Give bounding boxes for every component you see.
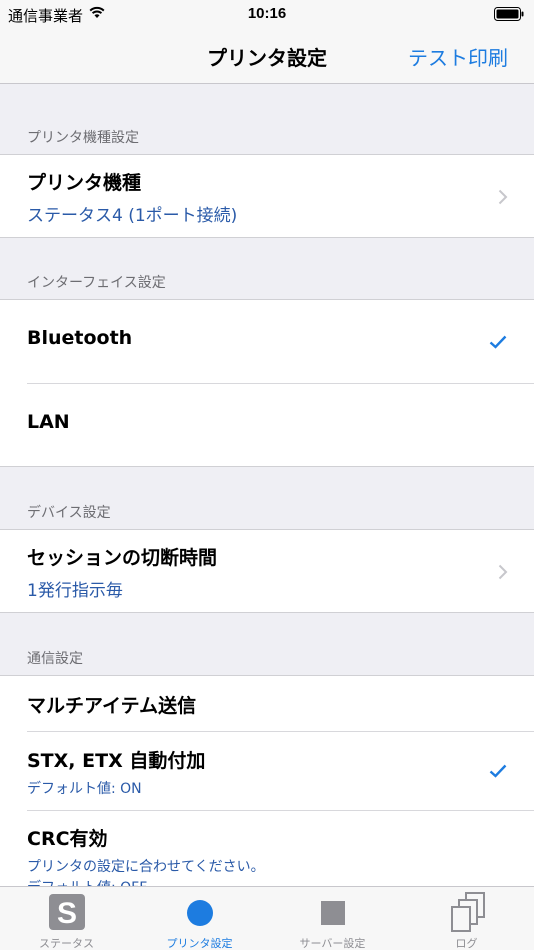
circle-icon (186, 900, 213, 926)
chevron-right-icon (498, 189, 508, 205)
navigation-bar: プリンタ設定 テスト印刷 (0, 28, 534, 84)
tab-label: サーバー設定 (299, 938, 366, 950)
tab-server-settings[interactable]: サーバー設定 (266, 887, 399, 950)
stx-etx-default: デフォルト値: ON (27, 781, 142, 797)
svg-text:S: S (56, 897, 76, 930)
chevron-right-icon (498, 564, 508, 580)
tab-label: プリンタ設定 (166, 938, 233, 950)
section-header-device: デバイス設定 (27, 505, 111, 521)
status-bar: 通信事業者 10:16 (0, 0, 534, 28)
pages-icon (450, 892, 485, 932)
section-header-printer-model: プリンタ機種設定 (27, 130, 139, 146)
interface-option-lan[interactable]: LAN (0, 384, 534, 467)
tab-log[interactable]: ログ (400, 887, 533, 950)
crc-cell[interactable]: CRC有効 プリンタの設定に合わせてください。 デフォルト値: OFF (0, 811, 534, 886)
printer-model-cell[interactable]: プリンタ機種 ステータス4 (1ポート接続) (0, 155, 534, 238)
tab-label: ログ (455, 938, 478, 950)
tab-printer-settings[interactable]: プリンタ設定 (133, 887, 266, 950)
clock: 10:16 (247, 5, 287, 22)
section-header-communication: 通信設定 (27, 651, 83, 667)
printer-model-value: ステータス4 (1ポート接続) (27, 206, 238, 226)
test-print-button[interactable]: テスト印刷 (408, 42, 508, 71)
checkmark-icon (489, 764, 507, 778)
interface-group: Bluetooth LAN (0, 299, 534, 467)
session-timeout-title: セッションの切断時間 (27, 547, 218, 569)
crc-title: CRC有効 (27, 828, 108, 850)
device-group: セッションの切断時間 1発行指示毎 (0, 529, 534, 613)
interface-option-label: LAN (27, 411, 70, 433)
tab-label: ステータス (39, 938, 94, 950)
tab-bar: S ステータス プリンタ設定 サーバー設定 ログ (0, 886, 534, 950)
session-timeout-value: 1発行指示毎 (27, 581, 123, 601)
multi-item-send-title: マルチアイテム送信 (27, 695, 197, 717)
interface-option-bluetooth[interactable]: Bluetooth (0, 300, 534, 383)
settings-list[interactable]: プリンタ機種設定 プリンタ機種 ステータス4 (1ポート接続) インターフェイス… (0, 84, 534, 886)
square-icon (320, 901, 345, 925)
stx-etx-cell[interactable]: STX, ETX 自動付加 デフォルト値: ON (0, 732, 534, 810)
stx-etx-title: STX, ETX 自動付加 (27, 750, 206, 772)
communication-group: マルチアイテム送信 STX, ETX 自動付加 デフォルト値: ON CRC有効… (0, 675, 534, 886)
multi-item-send-cell[interactable]: マルチアイテム送信 (0, 676, 534, 731)
printer-model-group: プリンタ機種 ステータス4 (1ポート接続) (0, 154, 534, 238)
section-header-interface: インターフェイス設定 (27, 275, 166, 291)
session-timeout-cell[interactable]: セッションの切断時間 1発行指示毎 (0, 530, 534, 613)
interface-option-label: Bluetooth (27, 327, 133, 349)
status-s-icon: S (48, 894, 85, 930)
printer-model-title: プリンタ機種 (27, 172, 142, 194)
tab-status[interactable]: S ステータス (0, 887, 133, 950)
checkmark-icon (489, 335, 507, 349)
crc-note: プリンタの設定に合わせてください。 (27, 859, 265, 875)
battery-icon (494, 7, 524, 21)
crc-default: デフォルト値: OFF (27, 877, 147, 886)
